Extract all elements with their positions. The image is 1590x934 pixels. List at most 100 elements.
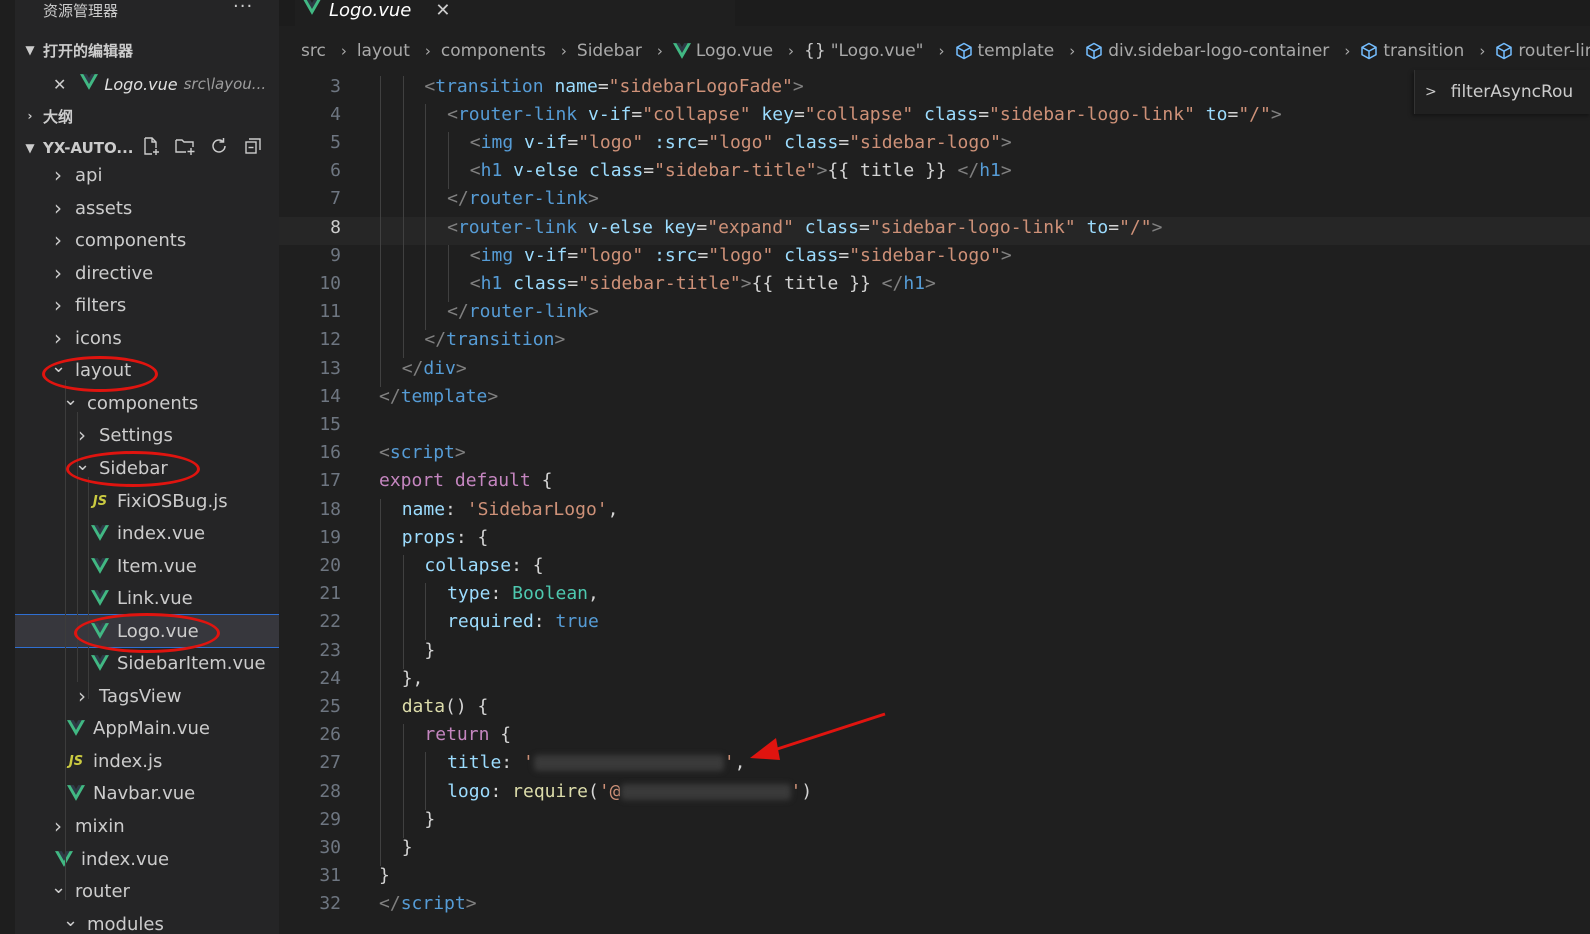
breadcrumb-item[interactable]: layout › <box>347 41 431 61</box>
tree-folder-components[interactable]: ⌄ components <box>15 387 279 419</box>
code-line[interactable]: 17 export default { <box>279 470 1590 498</box>
open-editors-section[interactable]: ▼ 打开的编辑器 <box>15 36 279 64</box>
code-token: class <box>924 103 979 125</box>
tree-file-index-vue[interactable]: index.vue <box>15 517 279 549</box>
indent-guide <box>425 160 427 190</box>
tree-item-label: Link.vue <box>117 587 193 609</box>
code-line[interactable]: 16 <script> <box>279 442 1590 470</box>
code-line[interactable]: 10 <h1 class="sidebar-title">{{ title }} … <box>279 273 1590 301</box>
code-line[interactable]: 15 <box>279 414 1590 442</box>
breadcrumb-item[interactable]: Sidebar › <box>567 41 663 61</box>
indent-guide <box>402 188 404 218</box>
breadcrumb-item[interactable]: components › <box>431 41 567 61</box>
breadcrumb-item[interactable]: transition › <box>1350 41 1485 61</box>
line-number: 24 <box>319 667 341 689</box>
breadcrumb-item[interactable]: src › <box>279 41 347 61</box>
line-number: 32 <box>319 893 341 915</box>
indent-guide <box>402 272 404 302</box>
collapse-all-icon[interactable] <box>241 134 265 158</box>
tree-folder-assets[interactable]: › assets <box>15 192 279 224</box>
code-line[interactable]: 29} <box>279 809 1590 837</box>
tree-folder-directive[interactable]: › directive <box>15 257 279 289</box>
tab-close-icon[interactable]: ✕ <box>435 0 450 21</box>
new-folder-icon[interactable] <box>173 134 197 158</box>
tree-folder-api[interactable]: › api <box>15 159 279 191</box>
code-token: class <box>784 244 839 266</box>
code-line[interactable]: 6 <h1 v-else class="sidebar-title">{{ tit… <box>279 160 1590 188</box>
code-line[interactable]: 9 <img v-if="logo" :src="logo" class="sid… <box>279 245 1590 273</box>
code-line[interactable]: 25 data() { <box>279 696 1590 724</box>
sticky-scroll-outline[interactable]: > filterAsyncRou <box>1414 70 1590 114</box>
breadcrumb-item[interactable]: {} "Logo.vue" › <box>794 41 944 61</box>
outline-section[interactable]: › 大纲 <box>15 102 279 130</box>
tree-file-logo-vue[interactable]: Logo.vue <box>15 614 279 648</box>
code-line[interactable]: 8 <router-link v-else key="expand" class=… <box>279 216 1590 245</box>
tree-file-fixiosbug-js[interactable]: JS FixiOSBug.js <box>15 485 279 517</box>
tree-folder-router[interactable]: ⌄ router <box>15 875 279 907</box>
code-line[interactable]: 4 <router-link v-if="collapse" key="colla… <box>279 104 1590 132</box>
code-line[interactable]: 22 required: true <box>279 611 1590 639</box>
code-line[interactable]: 30} <box>279 837 1590 865</box>
code-line[interactable]: 14 </template> <box>279 386 1590 414</box>
tree-folder-filters[interactable]: › filters <box>15 289 279 321</box>
tree-folder-modules[interactable]: ⌄ modules <box>15 908 279 934</box>
code-line[interactable]: 3 <transition name="sidebarLogoFade"> <box>279 76 1590 104</box>
code-line[interactable]: 24}, <box>279 668 1590 696</box>
code-token: transition <box>446 329 555 351</box>
tree-file-sidebaritem-vue[interactable]: SidebarItem.vue <box>15 647 279 679</box>
new-file-icon[interactable] <box>139 134 163 158</box>
code-line[interactable]: 7 </router-link> <box>279 188 1590 216</box>
code-token: key <box>663 216 697 238</box>
code-line[interactable]: 18 name: 'SidebarLogo', <box>279 499 1590 527</box>
breadcrumb-item[interactable]: div.sidebar-logo-container › <box>1075 41 1350 61</box>
code-line[interactable]: 26 return { <box>279 724 1590 752</box>
indent-guide <box>380 329 381 359</box>
tree-folder-tagsview[interactable]: › TagsView <box>15 680 279 712</box>
code-line[interactable]: 19 props: { <box>279 527 1590 555</box>
vue-file-icon <box>303 0 321 19</box>
code-editor[interactable]: 3 <transition name="sidebarLogoFade"> 4 <ro… <box>279 66 1590 934</box>
tree-folder-components[interactable]: › components <box>15 224 279 256</box>
tree-folder-mixin[interactable]: › mixin <box>15 810 279 842</box>
refresh-icon[interactable] <box>207 134 231 158</box>
code-line[interactable]: 12 </transition> <box>279 329 1590 357</box>
code-line[interactable]: 32 </script> <box>279 893 1590 921</box>
code-line[interactable]: 27 title: ' ', <box>279 752 1590 780</box>
code-line[interactable]: 20 collapse: { <box>279 555 1590 583</box>
tree-folder-sidebar[interactable]: ⌄ Sidebar <box>15 452 279 484</box>
breadcrumb-item[interactable]: router-link <box>1485 41 1590 61</box>
indent-guide <box>380 836 381 866</box>
code-token: }, <box>401 667 424 689</box>
code-token: "sidebar-title" <box>654 160 817 182</box>
code-token: = <box>793 103 805 125</box>
tab-logo-vue[interactable]: Logo.vue ✕ <box>295 0 735 26</box>
code-token: export <box>379 470 445 492</box>
more-actions-button[interactable]: ··· <box>233 0 253 17</box>
code-line[interactable]: 23} <box>279 640 1590 668</box>
code-line[interactable]: 21 type: Boolean, <box>279 583 1590 611</box>
open-editor-item[interactable]: ✕ Logo.vue src\layou... <box>15 70 279 98</box>
tree-file-index-js[interactable]: JS index.js <box>15 745 279 777</box>
tree-file-index-vue[interactable]: index.vue <box>15 843 279 875</box>
tree-item-label: filters <box>75 294 127 316</box>
tree-folder-icons[interactable]: › icons <box>15 322 279 354</box>
close-icon[interactable]: ✕ <box>53 75 66 94</box>
indent-guide <box>402 808 404 838</box>
tree-file-item-vue[interactable]: Item.vue <box>15 550 279 582</box>
code-line[interactable]: 11 </router-link> <box>279 301 1590 329</box>
tree-file-link-vue[interactable]: Link.vue <box>15 582 279 614</box>
tree-file-navbar-vue[interactable]: Navbar.vue <box>15 777 279 809</box>
code-line[interactable]: 13 </div> <box>279 358 1590 386</box>
code-line[interactable]: 5 <img v-if="logo" :src="logo" class="sid… <box>279 132 1590 160</box>
code-line[interactable]: 31} <box>279 865 1590 893</box>
breadcrumb-item[interactable]: template › <box>945 41 1075 61</box>
indent-guide <box>380 357 381 387</box>
tree-folder-layout[interactable]: ⌄ layout <box>15 354 279 386</box>
code-token: = <box>838 131 850 153</box>
breadcrumb-item[interactable]: Logo.vue › <box>663 41 794 61</box>
vue-file-icon <box>80 74 99 94</box>
code-line[interactable]: 28 logo: require('@ ') <box>279 781 1590 809</box>
tree-file-appmain-vue[interactable]: AppMain.vue <box>15 712 279 744</box>
tree-folder-settings[interactable]: › Settings <box>15 419 279 451</box>
code-token: { <box>530 470 553 492</box>
